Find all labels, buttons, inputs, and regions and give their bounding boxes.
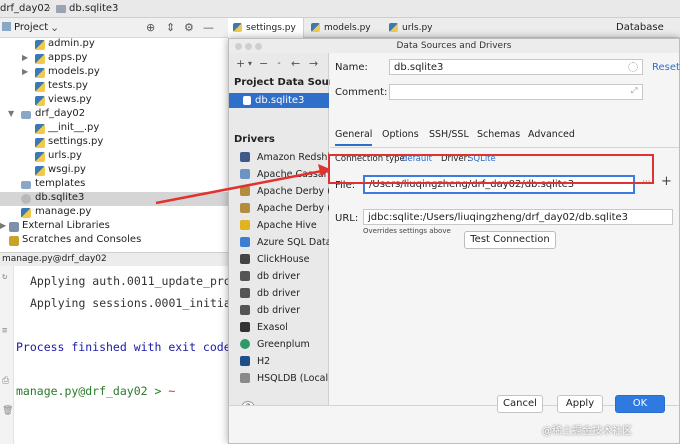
annotation-arrow-icon — [155, 164, 330, 205]
watermark: @稀土掘金技术社区 — [542, 426, 632, 437]
